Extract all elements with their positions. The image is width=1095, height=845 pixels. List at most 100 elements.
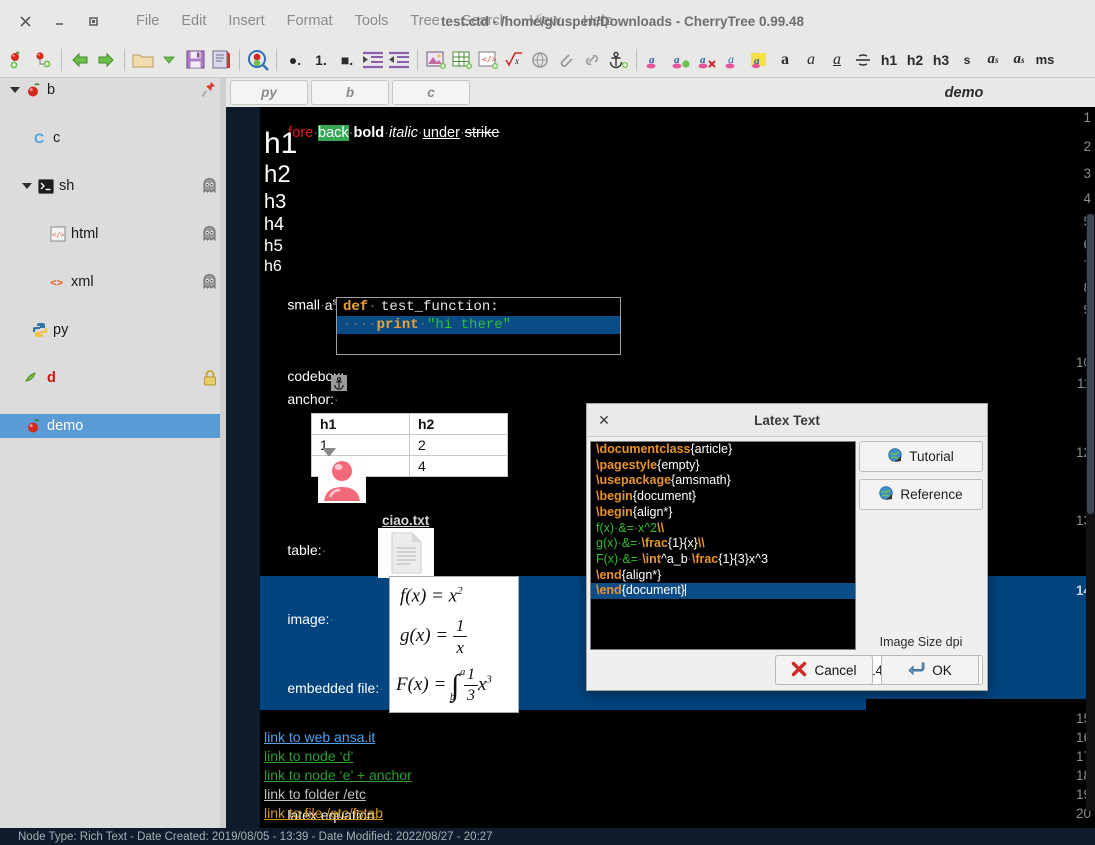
highlight-icon[interactable]: a [746,45,772,75]
dialog-side-buttons: Tutorial Reference [859,441,983,517]
tree-node-sh[interactable]: sh [0,174,226,198]
code-line: \end{align*} [591,568,855,584]
unindent-icon[interactable] [386,45,412,75]
tree-node-html[interactable]: </> html [0,222,226,246]
link-node-e-anchor[interactable]: link to node ‘e’ + anchor [264,767,412,783]
link-file[interactable]: link to file /etc/fstab [264,805,383,821]
text-color-icon[interactable]: a [720,45,746,75]
ok-button[interactable]: OK [881,655,979,685]
editor-scrollbar[interactable] [1086,214,1095,811]
h2-icon[interactable]: h2 [902,45,928,75]
inserted-image[interactable] [318,456,366,503]
superscript-icon[interactable]: as [980,45,1006,75]
background-color-icon[interactable]: a [668,45,694,75]
link-icon[interactable] [579,45,605,75]
subscript-icon[interactable]: as [1006,45,1032,75]
menu-edit[interactable]: Edit [181,13,206,29]
code-line: \pagestyle{empty} [591,458,855,474]
tree-node-py[interactable]: py [0,318,226,342]
underline-icon[interactable]: a [824,45,850,75]
insert-link-icon[interactable] [527,45,553,75]
strikethrough-icon[interactable] [850,45,876,75]
latex-preview-image[interactable]: f(x) = x2 g(x) = 1 x F(x) = ∫ a b 1 [389,576,519,713]
save-as-icon[interactable] [208,45,234,75]
h1-icon[interactable]: h1 [876,45,902,75]
anchor-icon[interactable] [605,45,631,75]
latex-text-dialog[interactable]: ✕ Latex Text \documentclass{article} \pa… [586,403,988,691]
tree-node-label: py [53,322,68,338]
save-icon[interactable] [182,45,208,75]
insert-codebox-icon[interactable]: </> [475,45,501,75]
h3-icon[interactable]: h3 [928,45,954,75]
dialog-title: Latex Text [587,413,987,428]
link-web[interactable]: link to web ansa.it [264,729,375,745]
tree-node-label: html [71,226,98,242]
link-folder[interactable]: link to folder /etc [264,786,366,802]
tab-py[interactable]: py [230,80,308,105]
small-icon[interactable]: s [954,45,980,75]
small-text: small [287,297,320,313]
open-folder-icon[interactable] [130,45,156,75]
close-window-button[interactable] [8,0,42,42]
menu-view[interactable]: View [530,13,561,29]
cancel-button[interactable]: Cancel [775,655,873,685]
menu-tree[interactable]: Tree [410,13,439,29]
node-tab-strip: py b c demo [226,78,1095,107]
anchor-icon[interactable] [331,375,347,391]
tab-c[interactable]: c [392,80,470,105]
tutorial-button[interactable]: Tutorial [859,441,983,472]
find-icon[interactable] [245,45,271,75]
tree-node-xml[interactable]: <> xml [0,270,226,294]
new-subnode-icon[interactable] [30,45,56,75]
embedded-file-name[interactable]: ciao.txt [382,513,429,528]
go-forward-icon[interactable] [93,45,119,75]
menu-file[interactable]: File [136,13,159,29]
tree-node-d[interactable]: d [0,366,226,390]
underline-text: under [423,125,460,141]
insert-image-icon[interactable] [423,45,449,75]
remove-format-icon[interactable]: a [694,45,720,75]
bold-icon[interactable]: a [772,45,798,75]
cherrytree-window: File Edit Insert Format Tools Tree Searc… [0,0,1095,845]
numbered-list-icon[interactable]: 1. [308,45,334,75]
todo-list-icon[interactable]: ■. [334,45,360,75]
codebox[interactable]: def· test_function: ····print·"hi there" [336,297,621,355]
bulleted-list-icon[interactable]: ●. [282,45,308,75]
menu-insert[interactable]: Insert [228,13,264,29]
menu-help[interactable]: Help [583,13,613,29]
italic-icon[interactable]: a [798,45,824,75]
menu-search[interactable]: Search [462,13,508,29]
indent-icon[interactable] [360,45,386,75]
menu-format[interactable]: Format [287,13,333,29]
tree-node-demo[interactable]: demo [0,414,226,438]
expander-sh[interactable] [18,183,36,189]
monospace-icon[interactable]: ms [1032,45,1058,75]
insert-table-icon[interactable] [449,45,475,75]
go-back-icon[interactable] [67,45,93,75]
new-node-icon[interactable] [4,45,30,75]
attach-file-icon[interactable] [553,45,579,75]
link-node-d[interactable]: link to node ‘d’ [264,748,354,764]
close-icon[interactable]: ✕ [587,412,621,429]
svg-text:C: C [34,130,44,146]
editor-scrollbar-thumb[interactable] [1087,214,1094,514]
insert-latex-icon[interactable]: x [501,45,527,75]
tab-b[interactable]: b [311,80,389,105]
menu-tools[interactable]: Tools [355,13,389,29]
foreground-color-icon[interactable]: a [642,45,668,75]
globe-icon [879,486,894,504]
tree-node-b[interactable]: b [0,78,226,102]
chevron-down-icon[interactable] [156,45,182,75]
toolbar-separator [239,49,240,71]
latex-eq-1: f(x) = x2 [400,585,463,607]
node-tree[interactable]: b C c sh </> html [0,78,226,828]
status-text: Node Type: Rich Text - Date Created: 201… [18,831,493,843]
embedded-file-icon[interactable] [378,528,434,578]
reference-button[interactable]: Reference [859,479,983,510]
expander-b[interactable] [6,87,24,93]
latex-code-textarea[interactable]: \documentclass{article} \pagestyle{empty… [590,441,856,650]
toolbar-separator [124,49,125,71]
tree-node-c[interactable]: C c [0,126,226,150]
minimize-window-button[interactable] [42,0,76,42]
maximize-window-button[interactable] [76,0,110,42]
